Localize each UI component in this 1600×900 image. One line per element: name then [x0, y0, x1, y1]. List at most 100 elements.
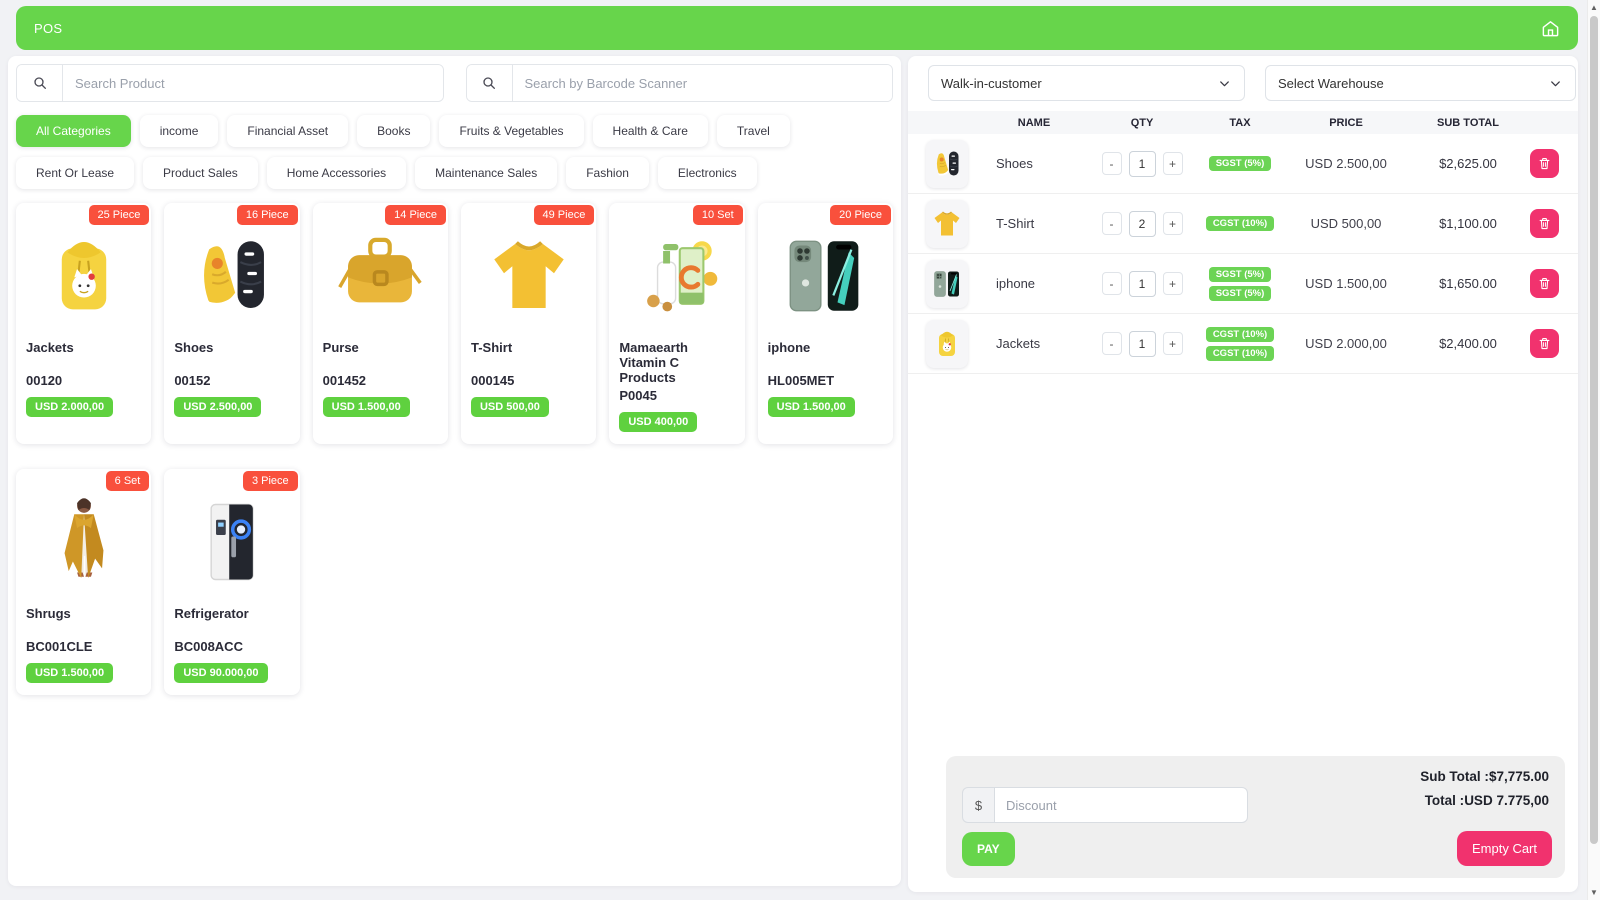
total-line: Total :USD 7.775,00: [1420, 793, 1549, 808]
product-name: Shrugs: [26, 607, 141, 637]
warehouse-select-value: Select Warehouse: [1278, 76, 1384, 91]
scrollbar-up-arrow[interactable]: ▲: [1588, 3, 1600, 12]
product-card[interactable]: 3 Piece Refrigerator BC008ACC USD 90.000…: [164, 469, 299, 695]
price-badge: USD 400,00: [619, 412, 697, 432]
warehouse-select[interactable]: Select Warehouse: [1265, 65, 1576, 101]
page-scrollbar[interactable]: ▲ ▼: [1587, 0, 1600, 900]
tshirt-thumbnail-icon: [929, 203, 965, 245]
category-chip[interactable]: Fashion: [566, 157, 649, 189]
product-name: T-Shirt: [471, 341, 586, 371]
hoodie-thumbnail-icon: [929, 323, 965, 365]
product-image: [174, 223, 289, 329]
product-card[interactable]: 25 Piece Jackets 00120 USD 2.000,00: [16, 203, 151, 444]
empty-cart-button[interactable]: Empty Cart: [1457, 831, 1552, 866]
cart-panel: Walk-in-customer Select Warehouse NAMEQT…: [908, 56, 1578, 892]
qty-decrease-button[interactable]: -: [1102, 212, 1122, 235]
product-code: 000145: [471, 373, 586, 388]
app-title: POS: [34, 21, 62, 36]
category-chip[interactable]: All Categories: [16, 115, 131, 147]
product-card[interactable]: 49 Piece T-Shirt 000145 USD 500,00: [461, 203, 596, 444]
cart-item-thumbnail: [926, 320, 968, 368]
subtotal-label: Sub Total :: [1420, 769, 1489, 784]
qty-decrease-button[interactable]: -: [1102, 152, 1122, 175]
hoodie-product-icon: [34, 226, 134, 326]
delete-item-button[interactable]: [1530, 329, 1559, 358]
vitamin-product-icon: [627, 226, 727, 326]
product-card[interactable]: 6 Set Shrugs BC001CLE USD 1.500,00: [16, 469, 151, 695]
delete-item-button[interactable]: [1530, 269, 1559, 298]
total-label: Total :: [1425, 793, 1465, 808]
search-icon: [467, 65, 513, 101]
cart-selects: Walk-in-customer Select Warehouse: [908, 65, 1578, 101]
category-chip[interactable]: Maintenance Sales: [415, 157, 557, 189]
tax-badge: CGST (10%): [1206, 216, 1274, 231]
products-panel: All Categories income Financial Asset Bo…: [8, 56, 901, 886]
product-image: [619, 223, 734, 329]
category-chip[interactable]: Financial Asset: [227, 115, 348, 147]
category-chip[interactable]: Travel: [717, 115, 790, 147]
search-row: [16, 64, 893, 102]
tax-badges: SGST (5%): [1194, 156, 1286, 171]
stock-badge: 14 Piece: [385, 205, 446, 225]
stock-badge: 25 Piece: [89, 205, 150, 225]
scrollbar-thumb[interactable]: [1590, 16, 1598, 844]
cart-item-price: USD 1.500,00: [1286, 276, 1406, 291]
qty-decrease-button[interactable]: -: [1102, 272, 1122, 295]
product-code: 00120: [26, 373, 141, 388]
chevron-down-icon: [1548, 76, 1563, 91]
product-code: 001452: [323, 373, 438, 388]
qty-input[interactable]: [1129, 271, 1156, 297]
category-chip[interactable]: Fruits & Vegetables: [439, 115, 583, 147]
app-header: POS: [16, 6, 1578, 50]
qty-increase-button[interactable]: +: [1163, 212, 1183, 235]
cart-item-price: USD 2.500,00: [1286, 156, 1406, 171]
customer-select[interactable]: Walk-in-customer: [928, 65, 1245, 101]
product-name: Shoes: [174, 341, 289, 371]
price-badge: USD 1.500,00: [323, 397, 410, 417]
trash-icon: [1537, 276, 1552, 291]
chevron-down-icon: [1217, 76, 1232, 91]
product-grid: 25 Piece Jackets 00120 USD 2.000,00 16 P…: [16, 203, 893, 695]
tax-badge: SGST (5%): [1209, 156, 1272, 171]
category-chip[interactable]: Books: [357, 115, 430, 147]
delete-item-button[interactable]: [1530, 209, 1559, 238]
shrug-product-icon: [34, 492, 134, 592]
quantity-stepper: - +: [1090, 211, 1194, 237]
barcode-search-box: [466, 64, 894, 102]
category-chip[interactable]: Home Accessories: [267, 157, 406, 189]
product-card[interactable]: 14 Piece Purse 001452 USD 1.500,00: [313, 203, 448, 444]
product-card[interactable]: 16 Piece Shoes 00152 USD 2.500,00: [164, 203, 299, 444]
qty-increase-button[interactable]: +: [1163, 272, 1183, 295]
barcode-search-input[interactable]: [513, 65, 893, 101]
cart-item-subtotal: $2,625.00: [1406, 156, 1530, 171]
category-chip[interactable]: income: [140, 115, 219, 147]
fridge-product-icon: [182, 492, 282, 592]
delete-item-button[interactable]: [1530, 149, 1559, 178]
pay-button[interactable]: PAY: [962, 832, 1015, 866]
cart-table-header: NAMEQTYTAXPRICESUB TOTAL: [908, 111, 1578, 134]
product-image: [26, 489, 141, 595]
qty-increase-button[interactable]: +: [1163, 152, 1183, 175]
qty-input[interactable]: [1129, 151, 1156, 177]
qty-increase-button[interactable]: +: [1163, 332, 1183, 355]
category-chip[interactable]: Rent Or Lease: [16, 157, 134, 189]
product-search-input[interactable]: [63, 65, 443, 101]
category-chip[interactable]: Health & Care: [593, 115, 708, 147]
product-card[interactable]: 20 Piece iphone HL005MET USD 1.500,00: [758, 203, 893, 444]
qty-input[interactable]: [1129, 211, 1156, 237]
category-chip[interactable]: Product Sales: [143, 157, 258, 189]
stock-badge: 3 Piece: [243, 471, 298, 491]
shoes-product-icon: [182, 226, 282, 326]
cart-item-price: USD 500,00: [1286, 216, 1406, 231]
scrollbar-down-arrow[interactable]: ▼: [1588, 888, 1600, 897]
cart-item-thumbnail: [926, 200, 968, 248]
discount-input[interactable]: [994, 787, 1248, 823]
product-card[interactable]: 10 Set Mamaearth Vitamin C Products P004…: [609, 203, 744, 444]
total-value: USD 7.775,00: [1464, 793, 1549, 808]
subtotal-value: $7,775.00: [1489, 769, 1549, 784]
home-icon[interactable]: [1541, 19, 1560, 38]
qty-input[interactable]: [1129, 331, 1156, 357]
category-chip[interactable]: Electronics: [658, 157, 757, 189]
qty-decrease-button[interactable]: -: [1102, 332, 1122, 355]
quantity-stepper: - +: [1090, 331, 1194, 357]
